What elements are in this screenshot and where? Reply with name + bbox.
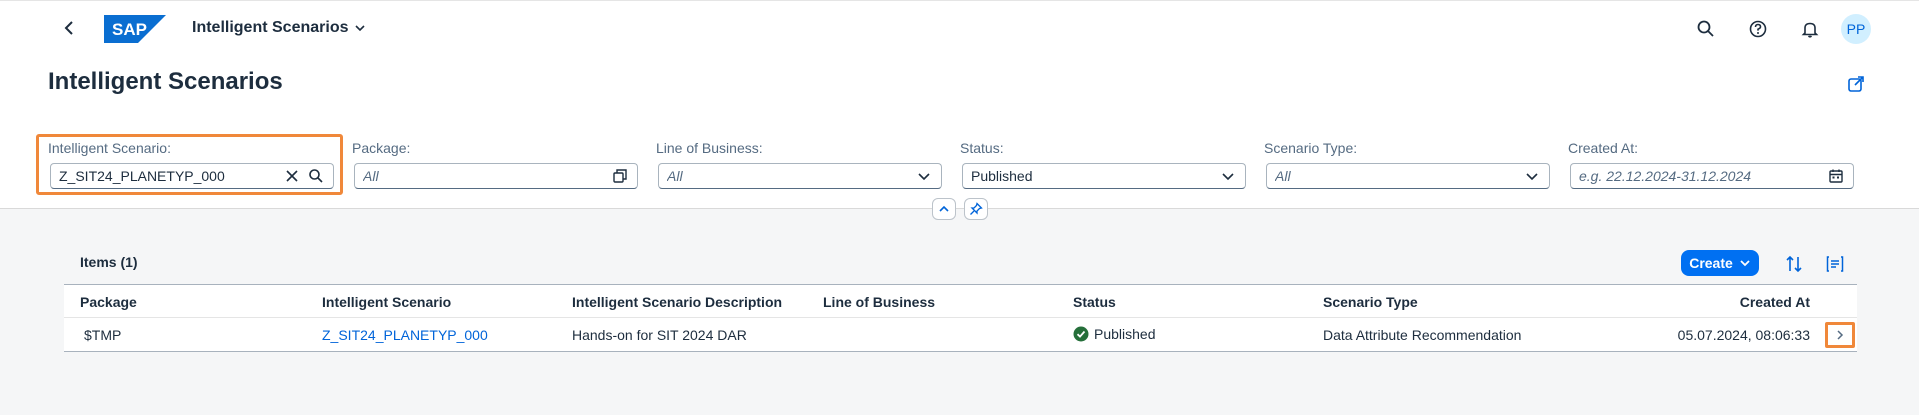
status-text: Published <box>1094 326 1156 342</box>
chevron-right-icon <box>1837 330 1844 340</box>
type-filter-label: Scenario Type: <box>1264 140 1358 156</box>
cell-description: Hands-on for SIT 2024 DAR <box>572 327 747 343</box>
sort-icon <box>1786 255 1802 273</box>
back-button[interactable] <box>60 18 80 38</box>
create-label: Create <box>1689 255 1733 271</box>
column-header[interactable]: Status <box>1073 294 1116 310</box>
app-title-menu[interactable]: Intelligent Scenarios <box>192 19 366 37</box>
status-filter-label: Status: <box>960 140 1004 156</box>
column-header[interactable]: Created At <box>1740 294 1810 310</box>
lob-filter-placeholder: All <box>667 168 683 184</box>
row-navigation-button[interactable] <box>1825 322 1855 348</box>
table-header: Package Intelligent Scenario Intelligent… <box>64 284 1857 318</box>
cell-type: Data Attribute Recommendation <box>1323 327 1522 343</box>
sort-button[interactable] <box>1783 253 1805 275</box>
calendar-icon <box>1829 169 1843 183</box>
type-filter-select[interactable]: All <box>1266 163 1550 189</box>
created-filter-input[interactable]: e.g. 22.12.2024-31.12.2024 <box>1570 163 1854 189</box>
chevron-down-icon <box>915 167 933 185</box>
type-filter-placeholder: All <box>1275 168 1291 184</box>
sap-logo[interactable]: SAP <box>104 15 166 43</box>
notifications-button[interactable] <box>1799 18 1821 40</box>
page-title: Intelligent Scenarios <box>48 68 283 95</box>
table-row[interactable]: $TMP Z_SIT24_PLANETYP_000 Hands-on for S… <box>64 318 1857 352</box>
shell-bar: SAP Intelligent Scenarios PP <box>0 0 1919 54</box>
column-header[interactable]: Intelligent Scenario Description <box>572 294 782 310</box>
chevron-down-icon <box>1740 260 1750 267</box>
help-icon <box>1749 20 1767 38</box>
chevron-down-icon <box>1523 167 1541 185</box>
chevron-down-icon <box>355 25 366 32</box>
close-icon <box>286 170 298 182</box>
create-button[interactable]: Create <box>1681 250 1759 276</box>
package-filter-label: Package: <box>352 140 411 156</box>
cell-scenario-link[interactable]: Z_SIT24_PLANETYP_000 <box>322 327 488 343</box>
search-icon <box>309 169 323 183</box>
scenario-filter-value: Z_SIT24_PLANETYP_000 <box>59 168 225 184</box>
column-header[interactable]: Line of Business <box>823 294 935 310</box>
pin-icon <box>970 202 983 215</box>
status-filter-value: Published <box>971 168 1033 184</box>
clear-button[interactable] <box>283 167 301 185</box>
chevron-up-icon <box>939 205 949 212</box>
value-help-icon <box>613 169 627 183</box>
status-filter-select[interactable]: Published <box>962 163 1246 189</box>
table-settings-icon <box>1826 256 1844 272</box>
calendar-button[interactable] <box>1827 167 1845 185</box>
scenario-search-button[interactable] <box>307 167 325 185</box>
success-icon <box>1073 326 1089 342</box>
share-icon <box>1848 76 1864 92</box>
bell-icon <box>1801 22 1819 38</box>
collapse-header-button[interactable] <box>932 198 956 220</box>
avatar[interactable]: PP <box>1841 14 1871 44</box>
scenario-filter-label: Intelligent Scenario: <box>48 140 171 156</box>
column-header[interactable]: Intelligent Scenario <box>322 294 451 310</box>
items-title: Items (1) <box>80 254 138 270</box>
svg-text:SAP: SAP <box>112 20 147 39</box>
page-header: Intelligent Scenarios Intelligent Scenar… <box>0 54 1919 220</box>
lob-filter-label: Line of Business: <box>656 140 763 156</box>
items-table: Items (1) Create Package Intelligent Sce… <box>64 243 1857 353</box>
chevron-left-icon <box>64 21 73 35</box>
table-settings-button[interactable] <box>1824 253 1846 275</box>
scenario-filter-input[interactable]: Z_SIT24_PLANETYP_000 <box>50 163 334 189</box>
lob-filter-select[interactable]: All <box>658 163 942 189</box>
cell-status: Published <box>1073 326 1156 342</box>
app-title: Intelligent Scenarios <box>192 19 349 36</box>
created-filter-label: Created At: <box>1568 140 1639 156</box>
package-filter-placeholder: All <box>363 168 379 184</box>
created-filter-placeholder: e.g. 22.12.2024-31.12.2024 <box>1579 168 1752 184</box>
help-button[interactable] <box>1747 18 1769 40</box>
chevron-down-icon <box>1219 167 1237 185</box>
cell-package: $TMP <box>84 327 122 343</box>
pin-header-button[interactable] <box>964 198 988 220</box>
value-help-button[interactable] <box>611 167 629 185</box>
search-icon <box>1697 20 1714 37</box>
column-header[interactable]: Package <box>80 294 137 310</box>
cell-created: 05.07.2024, 08:06:33 <box>1677 327 1810 343</box>
sap-logo-icon: SAP <box>104 15 166 43</box>
package-filter-input[interactable]: All <box>354 163 638 189</box>
share-button[interactable] <box>1846 74 1866 94</box>
search-button[interactable] <box>1695 18 1717 40</box>
column-header[interactable]: Scenario Type <box>1323 294 1418 310</box>
